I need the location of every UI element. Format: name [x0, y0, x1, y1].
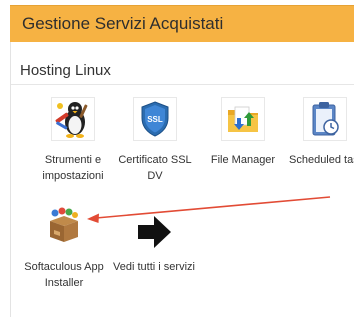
section-divider	[11, 84, 354, 85]
service-label: File Manager	[210, 154, 276, 166]
service-tile-scheduled-tasks[interactable]: Scheduled tas	[287, 97, 354, 187]
service-tile-file-manager[interactable]: File Manager	[203, 97, 283, 187]
softaculous-box-icon	[42, 204, 86, 248]
arrow-right-icon	[134, 214, 174, 250]
penguin-tools-icon	[51, 97, 95, 141]
folder-icon	[221, 97, 265, 141]
page-title: Gestione Servizi Acquistati	[22, 14, 224, 33]
service-tile-softaculous[interactable]: Softaculous App Installer	[21, 204, 107, 294]
service-label: Scheduled tas	[289, 154, 354, 166]
service-label: Strumenti e impostazioni	[42, 154, 104, 182]
screenshot-frame: Gestione Servizi Acquistati Hosting Linu…	[0, 0, 354, 317]
clipboard-clock-icon	[303, 97, 347, 141]
service-tile-ssl[interactable]: SSL Certificato SSL DV	[117, 97, 193, 187]
service-label: Certificato SSL DV	[118, 154, 192, 182]
page-header: Gestione Servizi Acquistati	[10, 5, 354, 42]
section-title: Hosting Linux	[20, 62, 111, 79]
svg-text:SSL: SSL	[147, 115, 163, 124]
service-tile-strumenti[interactable]: Strumenti e impostazioni	[38, 97, 108, 187]
ssl-shield-icon: SSL	[133, 97, 177, 141]
service-label: Softaculous App Installer	[24, 261, 104, 289]
services-panel: Hosting Linux Strumenti e impostazioni S…	[10, 42, 354, 317]
service-label: Vedi tutti i servizi	[113, 261, 195, 273]
service-tile-vedi-tutti[interactable]: Vedi tutti i servizi	[108, 204, 200, 273]
